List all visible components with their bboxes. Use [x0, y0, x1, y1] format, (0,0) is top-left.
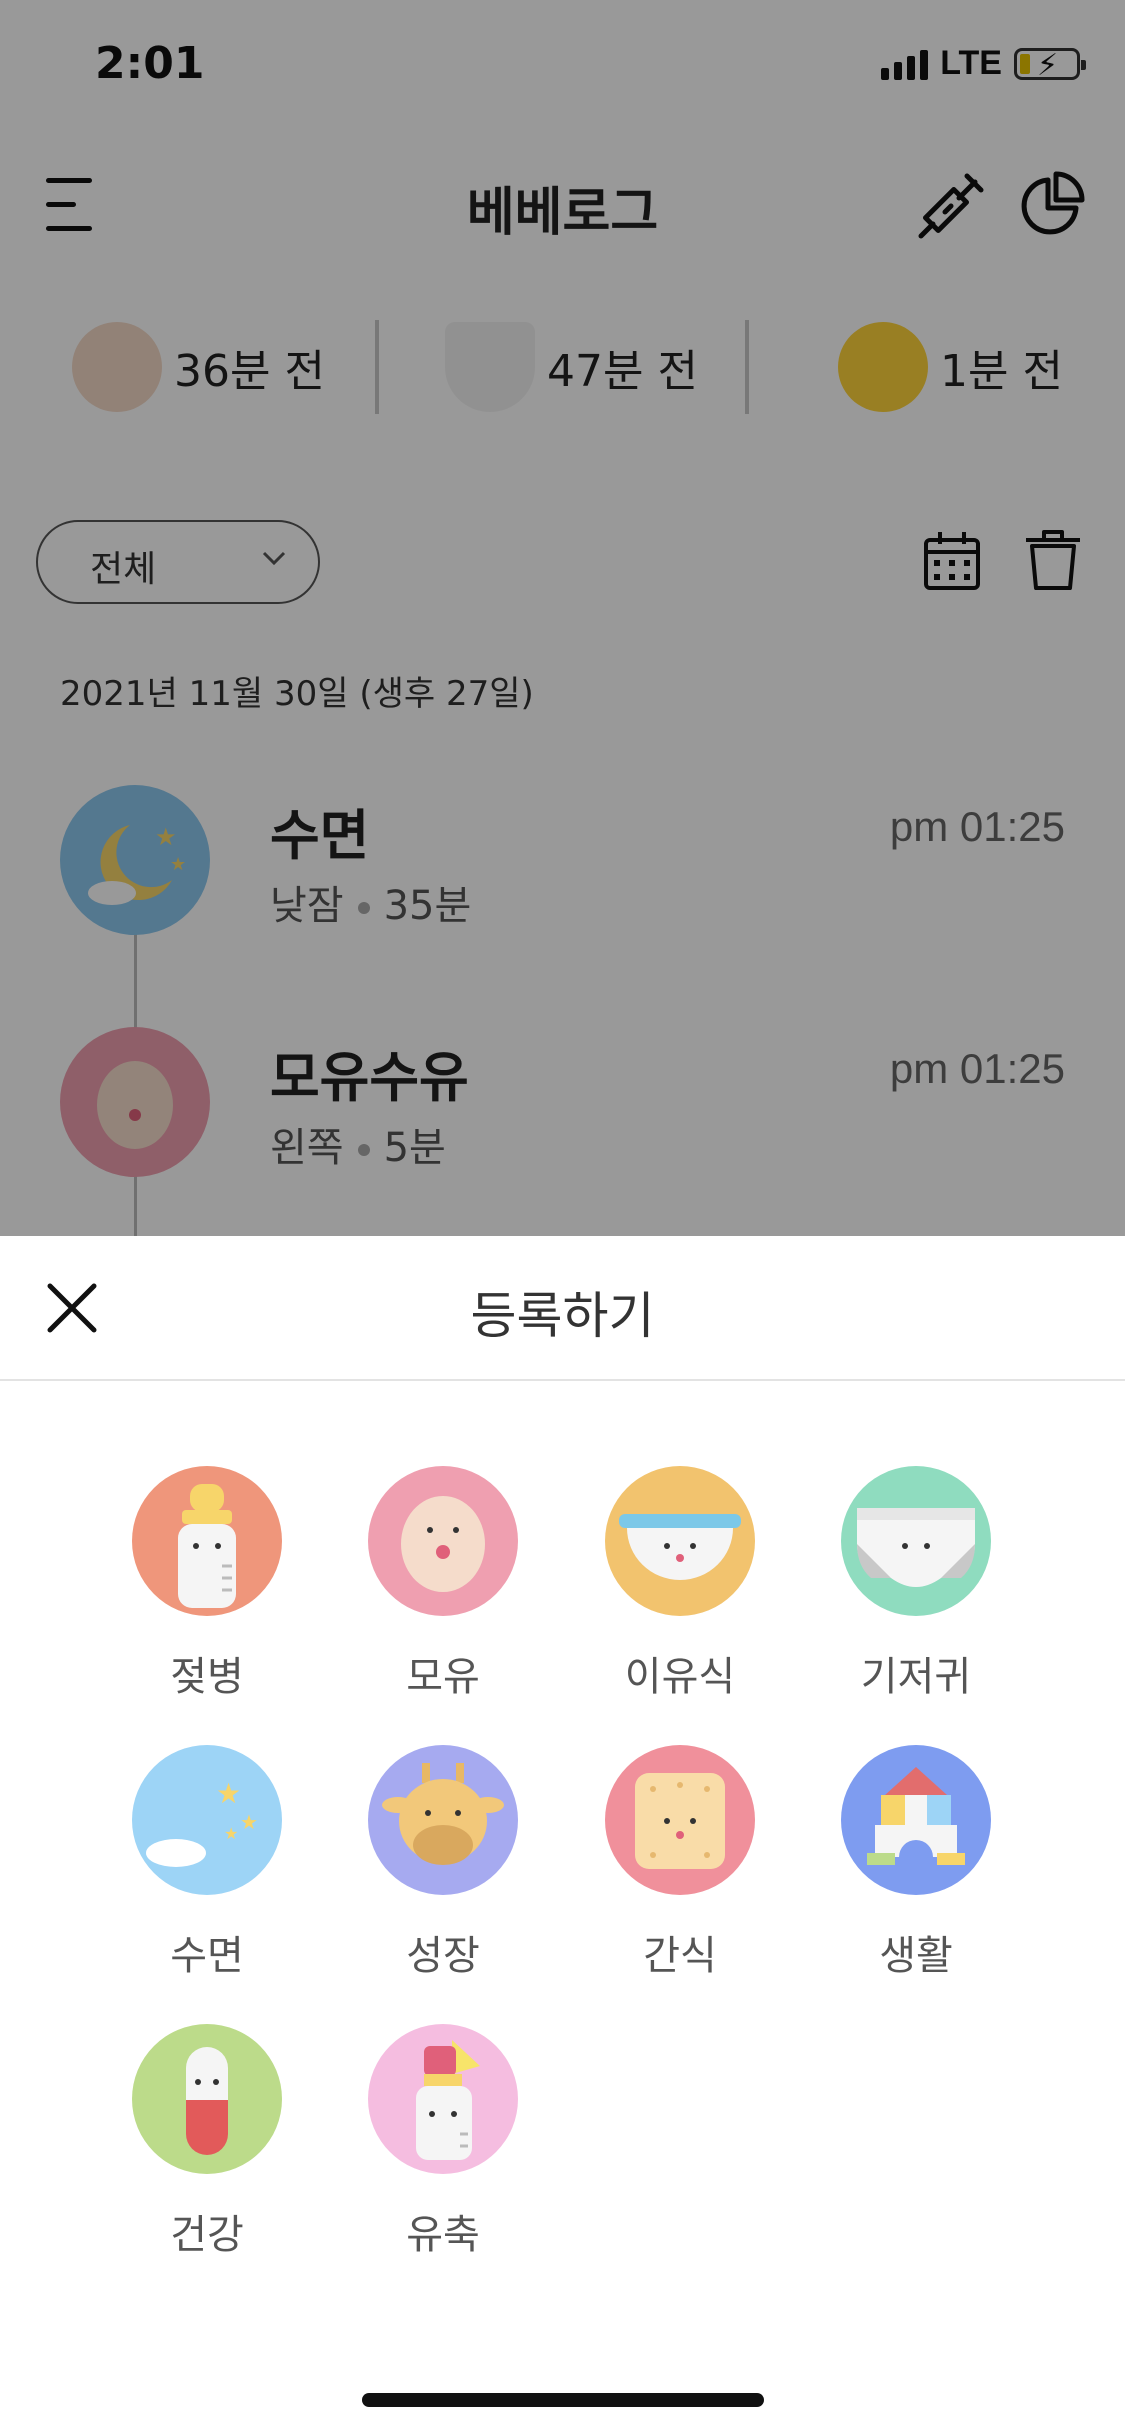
moon-icon: ★ ★ ★ [132, 1745, 282, 1895]
category-baby-food[interactable]: 이유식 [580, 1466, 780, 1726]
category-life[interactable]: 생활 [816, 1745, 1016, 2005]
category-diaper[interactable]: 기저귀 [816, 1466, 1016, 1726]
giraffe-icon [368, 1745, 518, 1895]
sheet-title: 등록하기 [470, 1287, 655, 1345]
diaper-icon [841, 1466, 991, 1616]
category-health[interactable]: 건강 [107, 2024, 307, 2284]
bottle-icon [132, 1466, 282, 1616]
category-label: 기저귀 [860, 1654, 972, 1700]
category-label: 젖병 [170, 1654, 244, 1700]
register-sheet: 등록하기 젖병 모유 이유식 기저귀 ★ ★ ★ 수면 성장 간식 생활 건강 … [0, 1236, 1125, 2436]
category-label: 건강 [170, 2212, 244, 2258]
category-snack[interactable]: 간식 [580, 1745, 780, 2005]
category-label: 모유 [406, 1654, 480, 1700]
category-label: 간식 [643, 1933, 717, 1979]
category-label: 수면 [170, 1933, 244, 1979]
category-pumping[interactable]: 유축 [343, 2024, 543, 2284]
pill-icon [132, 2024, 282, 2174]
svg-text:★: ★ [224, 1824, 238, 1843]
category-label: 생활 [879, 1933, 953, 1979]
sheet-header: 등록하기 [0, 1236, 1125, 1381]
breast-icon [368, 1466, 518, 1616]
category-growth[interactable]: 성장 [343, 1745, 543, 2005]
category-breast[interactable]: 모유 [343, 1466, 543, 1726]
pump-icon [368, 2024, 518, 2174]
category-label: 이유식 [624, 1654, 736, 1700]
blocks-icon [841, 1745, 991, 1895]
svg-text:★: ★ [240, 1810, 258, 1834]
bowl-icon [605, 1466, 755, 1616]
svg-text:★: ★ [216, 1777, 241, 1810]
category-bottle[interactable]: 젖병 [107, 1466, 307, 1726]
category-label: 유축 [406, 2212, 480, 2258]
category-sleep[interactable]: ★ ★ ★ 수면 [107, 1745, 307, 2005]
category-label: 성장 [406, 1933, 480, 1979]
cookie-icon [605, 1745, 755, 1895]
home-indicator[interactable] [362, 2393, 764, 2407]
